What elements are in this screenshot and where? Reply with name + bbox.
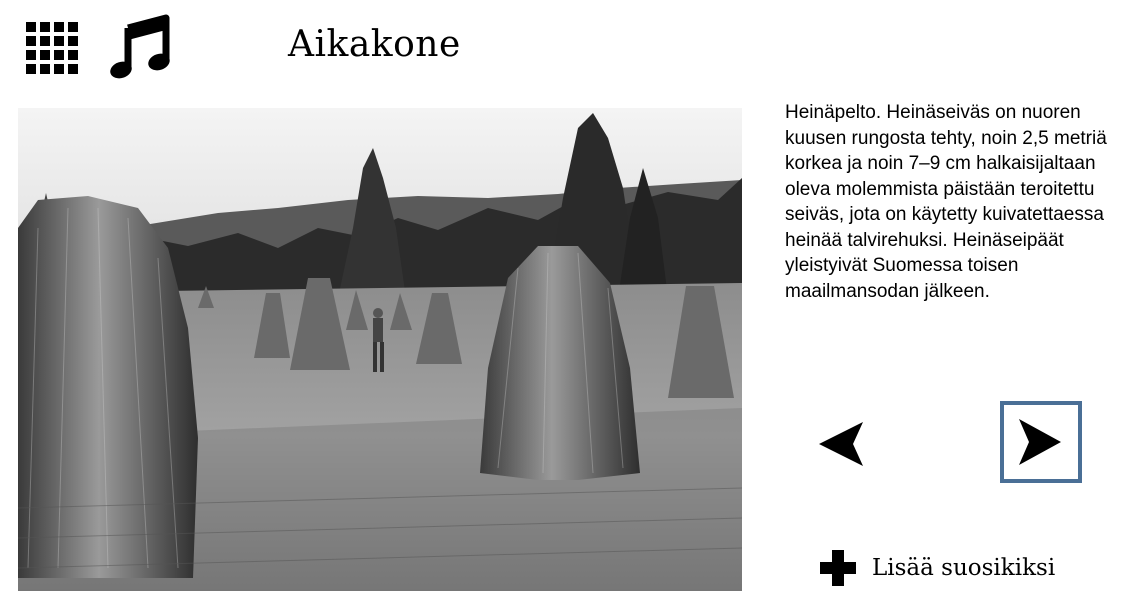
plus-icon xyxy=(820,550,856,586)
arrow-left-icon[interactable] xyxy=(815,418,867,470)
top-bar: Aikakone xyxy=(0,0,1135,95)
next-button[interactable] xyxy=(1000,401,1082,483)
add-to-favorites-button[interactable]: Lisää suosikiksi xyxy=(820,548,1055,588)
arrow-right-icon xyxy=(1019,419,1061,465)
app-title: Aikakone xyxy=(288,24,461,65)
hay-stooks-field-photo xyxy=(18,108,742,591)
photo-caption: Heinäpelto. Heinäseiväs on nuoren kuusen… xyxy=(785,102,1107,302)
add-to-favorites-label: Lisää suosikiksi xyxy=(872,555,1056,581)
music-note-icon[interactable] xyxy=(108,14,172,80)
grid-menu-icon[interactable] xyxy=(26,22,78,74)
